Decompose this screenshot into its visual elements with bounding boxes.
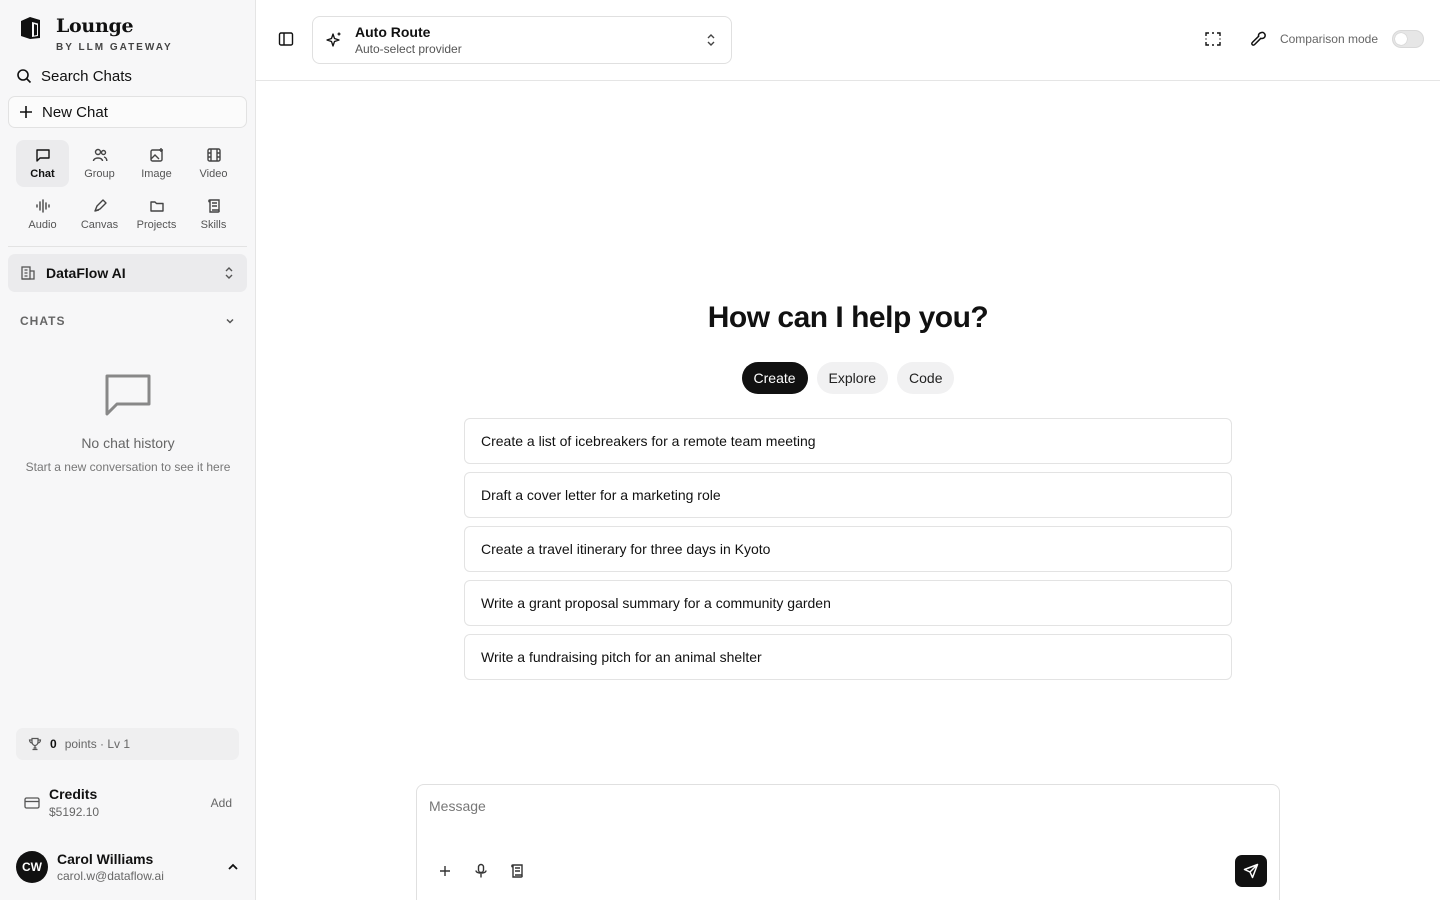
new-chat-label: New Chat <box>42 103 108 121</box>
sidebar-toggle-icon[interactable] <box>278 31 294 47</box>
user-menu[interactable]: CW Carol Williams carol.w@dataflow.ai <box>16 851 240 883</box>
empty-subtitle: Start a new conversation to see it here <box>25 460 231 474</box>
mode-projects[interactable]: Projects <box>130 191 183 238</box>
model-selector[interactable]: Auto Route Auto-select provider <box>312 16 732 64</box>
empty-title: No chat history <box>81 435 175 451</box>
credits-amount: $5192.10 <box>49 805 100 819</box>
new-chat-button[interactable]: New Chat <box>8 96 247 128</box>
mode-chat[interactable]: Chat <box>16 140 69 187</box>
chat-bubble-icon <box>104 372 152 418</box>
image-icon <box>149 147 165 163</box>
mode-label: Projects <box>136 219 177 231</box>
credit-card-icon <box>24 796 40 810</box>
chevron-down-icon <box>224 315 236 327</box>
microphone-icon[interactable] <box>473 863 489 879</box>
suggestion-item[interactable]: Write a fundraising pitch for an animal … <box>464 634 1232 680</box>
canvas-icon <box>92 198 108 214</box>
credits-label: Credits <box>49 786 98 802</box>
audio-icon <box>35 198 51 214</box>
user-email: carol.w@dataflow.ai <box>57 869 164 883</box>
mode-label: Group <box>84 168 115 180</box>
credits-row: Credits $5192.10 Add <box>24 786 232 819</box>
suggestion-item[interactable]: Create a list of icebreakers for a remot… <box>464 418 1232 464</box>
mode-grid: Chat Group Image Video Audio Canvas Proj… <box>16 140 240 238</box>
comparison-mode-toggle[interactable] <box>1392 30 1424 48</box>
mode-canvas[interactable]: Canvas <box>73 191 126 238</box>
video-icon <box>206 147 222 163</box>
sparkles-icon <box>325 31 343 49</box>
points-label: points · Lv 1 <box>64 737 131 751</box>
model-title: Auto Route <box>355 24 431 40</box>
chevron-updown-icon <box>223 266 235 280</box>
suggestion-item[interactable]: Write a grant proposal summary for a com… <box>464 580 1232 626</box>
search-chats-label: Search Chats <box>41 67 132 85</box>
mode-label: Image <box>141 168 172 180</box>
chats-section-toggle[interactable]: CHATS <box>20 314 236 328</box>
send-button[interactable] <box>1235 855 1267 887</box>
points-badge[interactable]: 0 points · Lv 1 <box>16 728 239 760</box>
suggestion-tabs: Create Explore Code <box>256 362 1440 394</box>
suggestion-item[interactable]: Create a travel itinerary for three days… <box>464 526 1232 572</box>
empty-chat-history: No chat history Start a new conversation… <box>0 372 256 474</box>
group-icon <box>92 147 108 163</box>
logo-icon <box>18 14 44 42</box>
add-credits-button[interactable]: Add <box>211 796 232 810</box>
message-input[interactable]: Message <box>429 798 486 814</box>
chevron-up-icon <box>226 860 240 874</box>
building-icon <box>20 265 36 281</box>
folder-icon <box>149 198 165 214</box>
mode-skills[interactable]: Skills <box>187 191 240 238</box>
mode-audio[interactable]: Audio <box>16 191 69 238</box>
wrench-icon[interactable] <box>1250 30 1268 48</box>
search-icon <box>16 68 32 84</box>
brand-name: Lounge <box>56 15 134 37</box>
sidebar: Lounge BY LLM GATEWAY Search Chats New C… <box>0 0 256 900</box>
plus-icon <box>19 105 33 119</box>
comparison-mode-label: Comparison mode <box>1279 32 1378 46</box>
user-name: Carol Williams <box>57 851 154 867</box>
org-switcher[interactable]: DataFlow AI <box>8 254 247 292</box>
suggestion-item[interactable]: Draft a cover letter for a marketing rol… <box>464 472 1232 518</box>
mode-label: Canvas <box>80 219 119 231</box>
main-panel: How can I help you? Create Explore Code … <box>256 81 1440 900</box>
skills-icon <box>206 198 222 214</box>
message-composer: Message <box>416 784 1280 900</box>
screenshot-select-icon[interactable] <box>1204 31 1222 47</box>
tab-create[interactable]: Create <box>741 362 808 394</box>
top-right-controls: Comparison mode <box>1204 30 1424 48</box>
chat-icon <box>35 147 51 163</box>
mode-video[interactable]: Video <box>187 140 240 187</box>
brand-tagline: BY LLM GATEWAY <box>56 42 173 53</box>
tab-code[interactable]: Code <box>897 362 955 394</box>
brand-logo[interactable]: Lounge BY LLM GATEWAY <box>18 14 173 53</box>
mode-group[interactable]: Group <box>73 140 126 187</box>
mode-image[interactable]: Image <box>130 140 183 187</box>
attach-plus-icon[interactable] <box>437 863 453 879</box>
mode-label: Skills <box>200 219 227 231</box>
send-icon <box>1243 863 1259 879</box>
mode-label: Video <box>199 168 228 180</box>
chevron-updown-icon <box>705 33 717 47</box>
mode-label: Chat <box>30 168 55 180</box>
suggestion-list: Create a list of icebreakers for a remot… <box>464 418 1232 680</box>
search-chats-button[interactable]: Search Chats <box>16 64 132 88</box>
sidebar-divider <box>8 246 247 247</box>
composer-tools <box>437 863 525 879</box>
model-subtitle: Auto-select provider <box>355 42 462 56</box>
skills-icon[interactable] <box>509 863 525 879</box>
org-name: DataFlow AI <box>46 265 126 281</box>
tab-explore[interactable]: Explore <box>816 362 889 394</box>
page-title: How can I help you? <box>707 301 989 334</box>
points-value: 0 <box>50 737 57 751</box>
mode-label: Audio <box>28 219 57 231</box>
avatar: CW <box>16 851 48 883</box>
chats-header: CHATS <box>20 314 66 328</box>
top-bar: Auto Route Auto-select provider Comparis… <box>256 0 1440 81</box>
trophy-icon <box>28 737 42 751</box>
